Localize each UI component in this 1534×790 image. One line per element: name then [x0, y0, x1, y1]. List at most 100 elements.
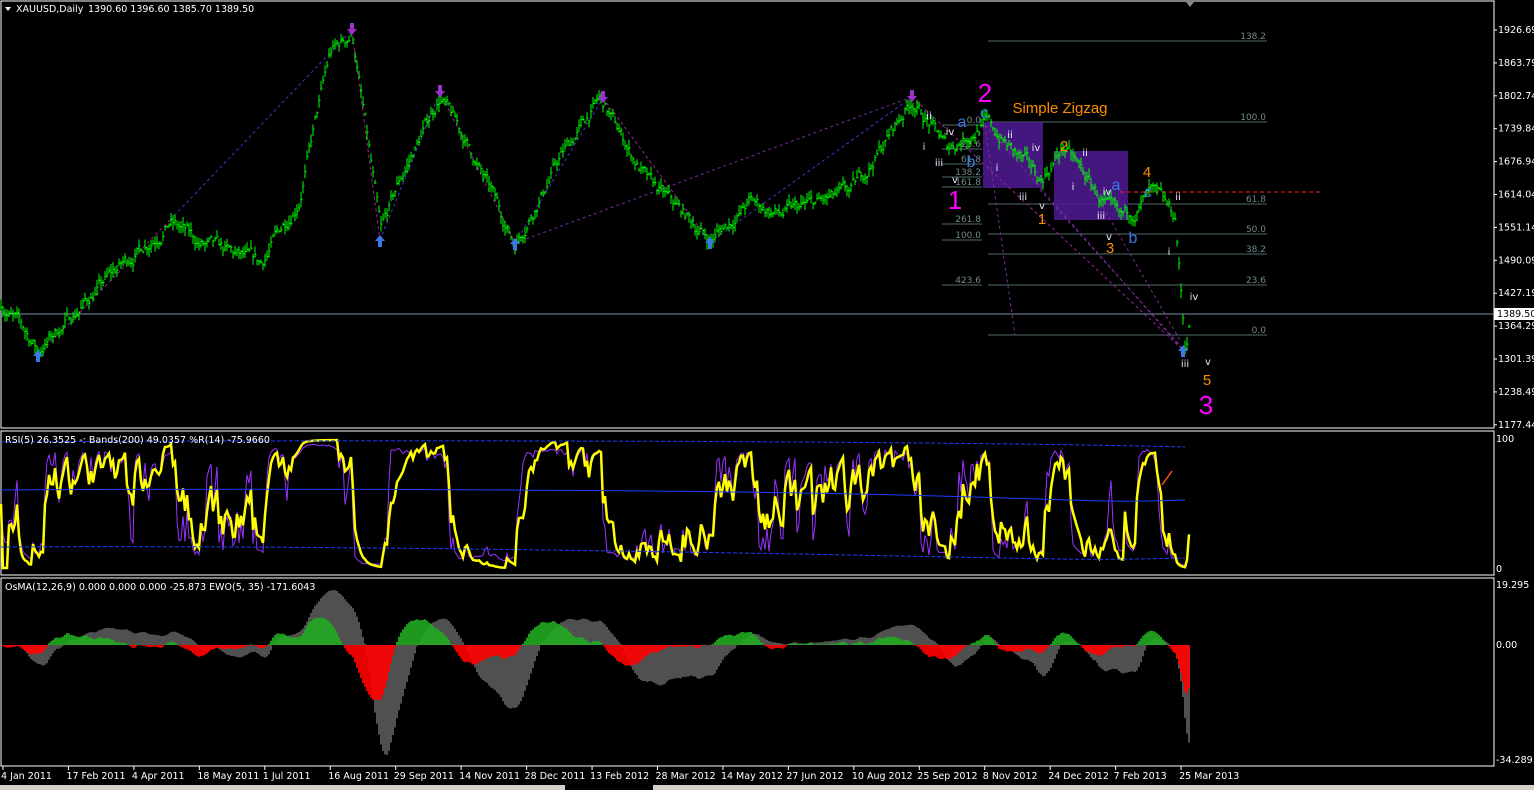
wave-label[interactable]: c: [980, 105, 988, 122]
price-tick-label: 1863.79: [1498, 58, 1534, 69]
wave-label[interactable]: ii: [1175, 192, 1181, 203]
wave-trend-line: [514, 96, 913, 244]
time-tick-label: 25 Sep 2012: [917, 771, 977, 782]
wave-label[interactable]: iv: [1190, 292, 1199, 303]
ohlc-readout: 1390.60 1396.60 1385.70 1389.50: [88, 4, 254, 15]
trend-marker: [1161, 470, 1173, 486]
wave-label[interactable]: c: [1144, 184, 1152, 201]
time-tick-label: 24 Dec 2012: [1048, 771, 1109, 782]
chart-window[interactable]: 138.2100.061.850.038.223.60.00.023.661.8…: [0, 0, 1534, 790]
price-tick-label: 1364.29: [1498, 321, 1534, 332]
price-tick-label: 1427.19: [1498, 288, 1534, 299]
wave-label[interactable]: 5: [1203, 372, 1211, 389]
time-tick-label: 1 Jul 2011: [263, 771, 311, 782]
price-tick-label: 1551.14: [1498, 222, 1534, 233]
wave-label[interactable]: iii: [1181, 359, 1189, 370]
osma-panel-frame: [0, 577, 1495, 767]
time-tick-label: 16 Aug 2011: [328, 771, 389, 782]
time-tick-label: 17 Feb 2011: [66, 771, 125, 782]
fib-label: 138.2: [1240, 32, 1266, 42]
wave-label[interactable]: i: [1168, 247, 1171, 258]
fib-label: 100.0: [955, 231, 981, 241]
wave-label[interactable]: iv: [1103, 187, 1112, 198]
wave-label[interactable]: 2: [1060, 138, 1068, 155]
wave-label[interactable]: 2: [978, 78, 992, 108]
zigzag-segment: [602, 97, 711, 243]
fib-label: 0.0: [1252, 326, 1267, 336]
wave-label[interactable]: iv: [946, 127, 955, 138]
wave-label[interactable]: 3: [1199, 390, 1213, 420]
fib-label: 50.0: [1246, 225, 1266, 235]
wave-label[interactable]: iii: [1019, 192, 1027, 203]
wave-label[interactable]: i: [1072, 182, 1075, 193]
shift-marker-icon[interactable]: [1186, 2, 1194, 7]
arrow-down-icon: [435, 85, 445, 97]
wave-label[interactable]: ii: [1082, 148, 1088, 159]
wave-label[interactable]: v: [1205, 357, 1211, 368]
dropdown-arrow-icon[interactable]: [5, 7, 11, 11]
wave-label[interactable]: v: [1039, 201, 1045, 212]
wave-label[interactable]: ii: [1007, 130, 1013, 141]
zigzag-segment: [514, 97, 604, 244]
price-bars: [0, 30, 1191, 358]
main-chart-frame: [0, 0, 1495, 429]
current-price-label: 1389.50: [1497, 309, 1534, 320]
chart-tab[interactable]: [653, 785, 1534, 790]
price-tick-label: 1490.09: [1498, 255, 1534, 266]
wave-label[interactable]: iv: [1032, 143, 1041, 154]
fib-label: 100.0: [1240, 113, 1266, 123]
osma-axis-label: 0.00: [1496, 640, 1517, 651]
rsi-axis-top: 100: [1496, 434, 1514, 445]
wave-label[interactable]: i: [996, 163, 999, 174]
price-tick-label: 1739.84: [1498, 124, 1534, 135]
arrow-up-icon: [375, 235, 385, 247]
time-axis[interactable]: 4 Jan 2011 17 Feb 2011 4 Apr 2011 18 May 20…: [1, 766, 1239, 782]
band-lower: [0, 546, 1186, 560]
wave-label[interactable]: ii: [926, 111, 932, 122]
zigzag-segment: [709, 96, 913, 243]
williams-r-line: [0, 443, 1190, 567]
wave-label[interactable]: iii: [935, 158, 943, 169]
price-tick-label: 1238.49: [1498, 387, 1534, 398]
wave-label[interactable]: 1: [948, 185, 962, 215]
osma-axis-label: 19.295: [1496, 580, 1529, 591]
wave-label[interactable]: b: [1129, 230, 1138, 247]
time-tick-label: 14 Nov 2011: [459, 771, 520, 782]
time-tick-label: 27 Jun 2012: [786, 771, 843, 782]
wave-label[interactable]: v: [1106, 232, 1112, 243]
price-tick-label: 1802.74: [1498, 91, 1534, 102]
time-tick-label: 14 May 2012: [721, 771, 783, 782]
wave-label[interactable]: v: [952, 175, 958, 186]
zigzag-segment: [169, 29, 353, 221]
time-tick-label: 4 Jan 2011: [1, 771, 52, 782]
annotation-title[interactable]: Simple Zigzag: [1012, 100, 1107, 117]
osma-plot: [2, 590, 1190, 755]
fib-label: 23.6: [1246, 276, 1266, 286]
rsi-legend: RSI(5) 26.3525 -: Bands(200) 49.0357 %R(…: [5, 435, 270, 446]
zigzag-segment: [351, 29, 381, 241]
wave-label[interactable]: i: [923, 142, 926, 153]
rsi-plot: [0, 438, 1191, 570]
wave-label[interactable]: 1: [1038, 211, 1046, 228]
time-tick-label: 28 Mar 2012: [656, 771, 716, 782]
symbol-title: XAUUSD,Daily: [16, 4, 84, 15]
rsi-axis-bottom: 0: [1496, 564, 1502, 575]
wave-label[interactable]: iii: [1097, 211, 1105, 222]
time-tick-label: 7 Feb 2013: [1114, 771, 1167, 782]
time-tick-label: 13 Feb 2012: [590, 771, 649, 782]
time-tick-label: 28 Dec 2011: [525, 771, 586, 782]
wave-label[interactable]: 4: [1143, 164, 1151, 181]
time-tick-label: 25 Mar 2013: [1179, 771, 1239, 782]
fib-label: 61.8: [1246, 195, 1266, 205]
time-tick-label: 18 May 2011: [197, 771, 259, 782]
time-tick-label: 10 Aug 2012: [852, 771, 913, 782]
wave-label[interactable]: b: [967, 154, 976, 171]
wave-label[interactable]: a: [1112, 177, 1121, 194]
wave-label[interactable]: a: [958, 114, 967, 131]
price-axis[interactable]: 1926.69 1863.79 1802.74 1739.84 1676.94 1614.…: [1494, 25, 1534, 431]
rsi-line: [0, 438, 1191, 570]
chart-tab[interactable]: [0, 785, 565, 790]
price-tick-label: 1926.69: [1498, 25, 1534, 36]
price-tick-label: 1177.44: [1498, 420, 1534, 431]
fib-label: 38.2: [1246, 245, 1266, 255]
